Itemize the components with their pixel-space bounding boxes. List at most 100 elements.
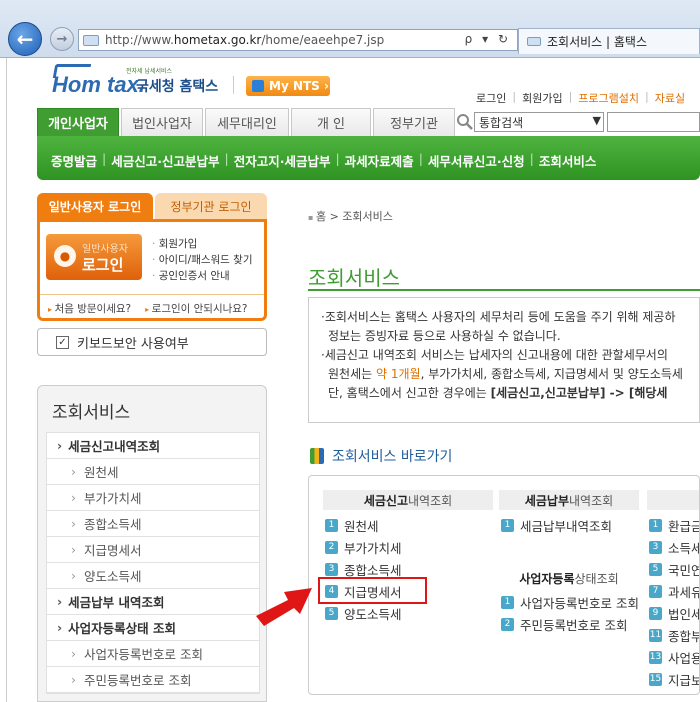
left-menu-title: 조회서비스 xyxy=(52,403,131,423)
submenu-e-notice[interactable]: 전자고지·세금납부 xyxy=(229,151,336,170)
shortcut-payment-history[interactable]: 1 세금납부내역조회 xyxy=(501,516,612,535)
menu-item-income-tax[interactable]: 종합소득세 xyxy=(47,511,259,537)
address-bar[interactable]: http://www. hometax.go.kr/home/eaeehpe7.j… xyxy=(78,29,518,51)
submenu-data-submit[interactable]: 과세자료제출 xyxy=(340,151,419,170)
login-button-label: 로그인 xyxy=(82,256,124,274)
cert-guide-link[interactable]: 공인인증서 안내 xyxy=(152,268,253,284)
shortcut-by-business-number[interactable]: 1 사업자등록번호로 조회 xyxy=(501,593,639,612)
key-icon: ● xyxy=(54,245,76,267)
my-nts-label: My NTS › xyxy=(269,79,329,93)
col-payment-header: 세금납부 내역조회 xyxy=(499,490,639,510)
url-prefix: http://www. xyxy=(105,33,174,47)
login-help-link[interactable]: 로그인이 안되시나요? xyxy=(145,301,248,316)
chevron-down-icon: ▼ xyxy=(592,114,601,127)
first-visit-link[interactable]: 처음 방문이세요? xyxy=(48,301,132,316)
shortcut-withholding[interactable]: 1 원천세 xyxy=(325,516,379,535)
find-id-link[interactable]: 아이디/패스워드 찾기 xyxy=(152,252,253,268)
forward-button[interactable]: → xyxy=(50,27,74,51)
menu-item-payment-history[interactable]: 세금납부 내역조회 xyxy=(47,589,259,615)
my-nts-button[interactable]: My NTS › xyxy=(246,76,330,96)
shortcut-heading: 조회서비스 바로가기 xyxy=(310,446,452,466)
shortcut-comprehensive[interactable]: 11 종합부 xyxy=(649,626,699,645)
left-menu-list: 세금신고내역조회 원천세 부가가치세 종합소득세 지급명세서 양도소득세 세금납… xyxy=(46,432,260,694)
shortcut-title: 조회서비스 바로가기 xyxy=(332,449,453,465)
shortcut-pension[interactable]: 5 국민연 xyxy=(649,560,699,579)
submenu-tax-filing[interactable]: 세금신고·신고분납부 xyxy=(106,151,224,170)
shortcut-vat[interactable]: 2 부가가치세 xyxy=(325,538,402,557)
menu-item-tax-filing-history[interactable]: 세금신고내역조회 xyxy=(47,433,259,459)
info-text: ·조회서비스는 홈택스 사용자의 세무처리 등에 도움을 주기 위해 제공하 정… xyxy=(321,308,699,403)
shortcut-business-use[interactable]: 13 사업용 xyxy=(649,648,699,667)
menu-item-transfer-tax[interactable]: 양도소득세 xyxy=(47,563,259,589)
login-panel: 일반사용자 로그인 정부기관 로그인 ● 일반사용자 로그인 회원가입 아이디/… xyxy=(37,193,267,323)
tab-user-login[interactable]: 일반사용자 로그인 xyxy=(37,193,153,219)
login-links: 회원가입 아이디/패스워드 찾기 공인인증서 안내 xyxy=(152,236,253,284)
util-install-link[interactable]: 프로그램설치 xyxy=(578,90,639,106)
site-name: 국세청 홈택스 xyxy=(136,79,219,95)
shortcut-income[interactable]: 3 소득세 xyxy=(649,538,699,557)
login-button[interactable]: ● 일반사용자 로그인 xyxy=(46,234,142,280)
col-3-header xyxy=(647,490,699,510)
col-business-status-header: 사업자등록 상태조회 xyxy=(499,568,639,588)
submenu-certificate[interactable]: 증명발급 xyxy=(46,151,102,170)
menu-item-by-resident-number[interactable]: 주민등록번호로 조회 xyxy=(47,667,259,693)
back-button[interactable]: ← xyxy=(8,22,42,56)
login-footer: 처음 방문이세요? 로그인이 안되시나요? xyxy=(40,294,264,316)
header-divider xyxy=(233,76,234,94)
url-domain: hometax.go.kr xyxy=(173,33,262,47)
menu-item-vat[interactable]: 부가가치세 xyxy=(47,485,259,511)
login-box: ● 일반사용자 로그인 회원가입 아이디/패스워드 찾기 공인인증서 안내 처음… xyxy=(37,219,267,321)
books-icon xyxy=(310,448,324,464)
shortcut-taxation[interactable]: 7 과세유 xyxy=(649,582,699,601)
info-line-3: ·세금신고 내역조회 서비스는 납세자의 신고내용에 대한 관할세무서의 xyxy=(321,348,668,362)
info-line-1: ·조회서비스는 홈택스 사용자의 세무처리 등에 도움을 주기 위해 제공하 xyxy=(321,310,676,324)
tab-tax-agent[interactable]: 세무대리인 xyxy=(205,108,289,136)
submenu-documents[interactable]: 세무서류신고·신청 xyxy=(423,151,530,170)
shortcut-corporate[interactable]: 9 법인세 xyxy=(649,604,699,623)
tab-title: 조회서비스 | 홈택스 xyxy=(547,35,647,49)
shortcut-transfer-tax[interactable]: 5 양도소득세 xyxy=(325,604,402,623)
keyboard-security-label: 키보드보안 사용여부 xyxy=(77,336,189,352)
info-line-4: 원천세는 약 1개월, 부가가치세, 종합소득세, 지급명세서 및 양도소득세 xyxy=(328,367,683,381)
url-path: /home/eaeehpe7.jsp xyxy=(261,33,385,47)
tab-individual-business[interactable]: 개인사업자 xyxy=(37,108,119,136)
title-underline xyxy=(308,289,700,291)
shortcut-by-resident-number[interactable]: 2 주민등록번호로 조회 xyxy=(501,615,627,634)
submenu: 증명발급 | 세금신고·신고분납부 | 전자고지·세금납부 | 과세자료제출 | 세무서… xyxy=(46,151,601,170)
search-category-select[interactable]: 통합검색 ▼ xyxy=(474,112,604,132)
util-signup-link[interactable]: 회원가입 xyxy=(522,90,562,106)
menu-item-business-status[interactable]: 사업자등록상태 조회 xyxy=(47,615,259,641)
login-button-sub: 일반사용자 xyxy=(82,244,128,255)
tab-individual[interactable]: 개 인 xyxy=(291,108,371,136)
address-tools-icon[interactable]: ρ ▾ ↻ xyxy=(465,32,511,46)
signup-link[interactable]: 회원가입 xyxy=(152,236,253,252)
browser-tab[interactable]: 조회서비스 | 홈택스 xyxy=(518,28,700,54)
tab-gov-login[interactable]: 정부기관 로그인 xyxy=(155,193,267,219)
menu-item-withholding[interactable]: 원천세 xyxy=(47,459,259,485)
person-icon xyxy=(252,80,264,92)
shortcut-refund[interactable]: 1 환급금 xyxy=(649,516,699,535)
menu-item-payment-statement[interactable]: 지급명세서 xyxy=(47,537,259,563)
keyboard-security-toggle[interactable]: ✓ 키보드보안 사용여부 xyxy=(37,328,267,356)
page-title: 조회서비스 xyxy=(308,266,400,290)
tab-corporate-business[interactable]: 법인사업자 xyxy=(121,108,203,136)
util-library-link[interactable]: 자료실 xyxy=(655,90,685,106)
logo-subtext: 전자세 납세서비스 xyxy=(126,68,173,75)
tab-government[interactable]: 정부기관 xyxy=(373,108,455,136)
logo-text: Hom tax. xyxy=(52,72,145,97)
util-login-link[interactable]: 로그인 xyxy=(476,90,506,106)
utility-nav: 로그인 | 회원가입 | 프로그램설치 | 자료실 xyxy=(476,90,686,106)
highlight-box xyxy=(318,577,427,604)
tab-favicon-icon xyxy=(527,37,541,46)
search-input[interactable] xyxy=(607,112,700,132)
breadcrumb: 홈 > 조회서비스 xyxy=(308,208,393,224)
red-arrow-icon xyxy=(256,588,312,626)
menu-item-by-business-number[interactable]: 사업자등록번호로 조회 xyxy=(47,641,259,667)
left-menu: 조회서비스 세금신고내역조회 원천세 부가가치세 종합소득세 지급명세서 양도소… xyxy=(37,385,267,702)
info-line-2: 정보는 증빙자료 등으로 사용하실 수 없습니다. xyxy=(328,329,561,343)
shortcut-payment-report[interactable]: 15 지급보 xyxy=(649,670,699,689)
info-line-5: 단, 홈택스에서 신고한 경우에는 [세금신고,신고분납부] -> [해당세 xyxy=(328,386,668,400)
submenu-inquiry[interactable]: 조회서비스 xyxy=(534,151,602,170)
site-favicon-icon xyxy=(83,34,99,46)
keyboard-security-checkbox[interactable]: ✓ xyxy=(56,335,69,349)
